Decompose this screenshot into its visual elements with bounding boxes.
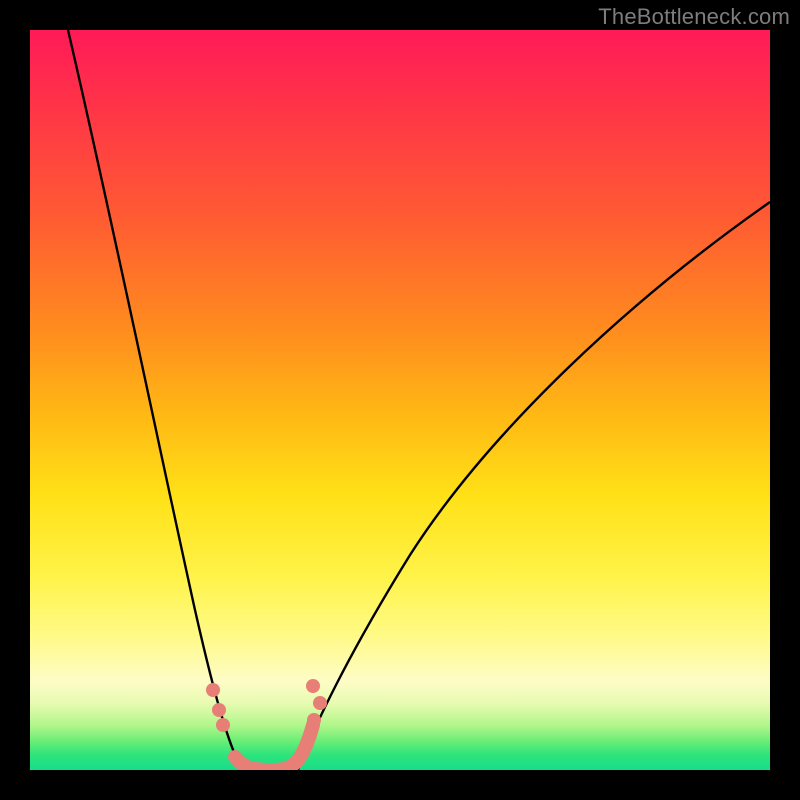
left-curve [68,30,242,770]
curve-overlay [30,30,770,770]
plot-area [30,30,770,770]
outer-frame: TheBottleneck.com [0,0,800,800]
watermark-text: TheBottleneck.com [598,4,790,30]
right-curve [298,202,770,770]
valley-dots [206,679,327,770]
